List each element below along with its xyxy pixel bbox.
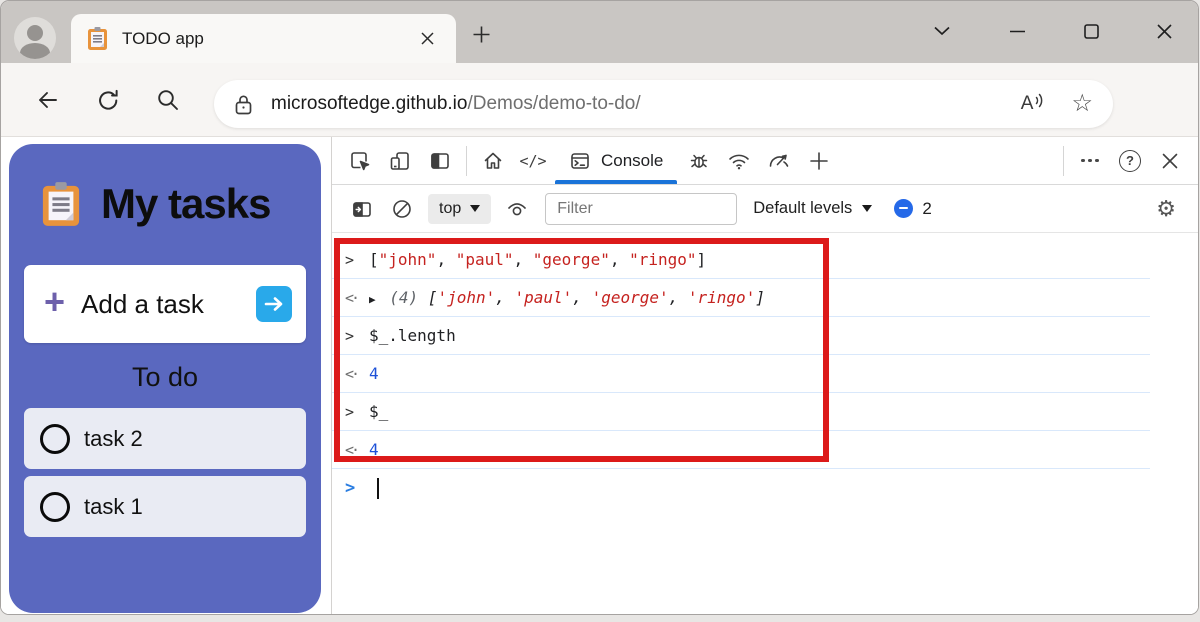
todo-header: My tasks <box>9 144 321 228</box>
todo-section-heading: To do <box>131 362 199 392</box>
console-message-text: ["john", "paul", "george", "ringo"] <box>369 250 707 269</box>
gear-icon[interactable]: ⚙ <box>1156 197 1176 220</box>
console-sidebar-icon[interactable] <box>342 189 382 229</box>
avatar-person-icon <box>20 43 50 59</box>
task-checkbox-circle-icon[interactable] <box>40 491 70 522</box>
log-levels-label: Default levels <box>753 199 853 217</box>
back-icon[interactable] <box>33 85 63 115</box>
search-icon[interactable] <box>153 85 183 115</box>
content-area: My tasks + Add a task To do task 2 task … <box>1 137 1198 614</box>
devtools-main-toolbar: </> Console ? <box>332 137 1198 185</box>
address-bar[interactable]: microsoftedge.github.io/Demos/demo-to-do… <box>214 80 1113 128</box>
toolbar-divider <box>1063 145 1064 176</box>
console-input-chevron-icon: > <box>345 250 355 269</box>
tab-strip: TODO app <box>1 1 1198 63</box>
lock-icon[interactable] <box>234 93 253 116</box>
plus-icon: + <box>44 281 66 322</box>
console-log: > ["john", "paul", "george", "ringo"] <· ▶ … <box>332 234 1198 469</box>
console-message-text: 4 <box>369 364 379 383</box>
task-row[interactable]: task 1 <box>24 476 306 537</box>
console-toolbar: top Default levels 2 ⚙ <box>332 185 1198 233</box>
task-checkbox-circle-icon[interactable] <box>40 423 70 454</box>
performance-gauge-icon[interactable] <box>759 141 799 181</box>
console-messages-area[interactable]: > ["john", "paul", "george", "ringo"] <· ▶ … <box>332 234 1198 614</box>
console-input-chevron-icon: > <box>345 326 355 345</box>
console-terminal-icon <box>569 150 591 172</box>
device-emulation-icon[interactable] <box>380 141 420 181</box>
url-text: microsoftedge.github.io/Demos/demo-to-do… <box>271 93 641 114</box>
screenshot-stage: TODO app microsoftedge.github.io/Demos/d… <box>0 0 1200 622</box>
minimize-button[interactable] <box>1000 14 1034 48</box>
help-icon[interactable]: ? <box>1110 141 1150 181</box>
clipboard-app-icon <box>41 180 81 228</box>
console-filter-input[interactable] <box>545 192 738 225</box>
window-close-button[interactable] <box>1147 14 1181 48</box>
tab-actions-chevron-icon[interactable] <box>925 14 959 48</box>
tab-close-icon[interactable] <box>414 26 440 52</box>
live-expression-eye-icon[interactable] <box>497 189 537 229</box>
context-selector-dropdown[interactable]: top <box>428 193 492 224</box>
add-task-submit-button[interactable] <box>256 286 292 322</box>
toolbar-divider <box>466 145 467 176</box>
avatar-person-icon <box>27 25 43 41</box>
log-levels-dropdown[interactable]: Default levels <box>753 199 873 218</box>
console-output-row[interactable]: <· 4 <box>332 355 1150 393</box>
console-output-arrow-icon: <· <box>345 364 360 383</box>
chevron-down-icon <box>470 205 481 212</box>
devtools-close-icon[interactable] <box>1150 141 1190 181</box>
console-output-row[interactable]: <· 4 <box>332 431 1150 469</box>
sources-code-icon[interactable]: </> <box>513 141 553 181</box>
console-output-arrow-icon: <· <box>345 288 360 307</box>
console-message-text: $_ <box>369 402 389 421</box>
more-tools-plus-icon[interactable] <box>799 141 839 181</box>
reload-icon[interactable] <box>93 85 123 115</box>
console-tab-label: Console <box>601 150 664 170</box>
task-label: task 1 <box>84 493 143 519</box>
browser-window: TODO app microsoftedge.github.io/Demos/d… <box>0 0 1199 615</box>
bug-debug-icon[interactable] <box>679 141 719 181</box>
my-tasks-panel: My tasks + Add a task To do task 2 task … <box>9 144 321 613</box>
app-title: My tasks <box>101 180 271 227</box>
network-wifi-icon[interactable] <box>719 141 759 181</box>
prompt-chevron-icon: > <box>345 478 356 498</box>
home-icon[interactable] <box>473 141 513 181</box>
console-message-text: ▶ (4) ['john', 'paul', 'george', 'ringo'… <box>369 288 765 307</box>
issues-chat-icon[interactable] <box>894 199 914 218</box>
favorite-star-icon[interactable]: ☆ <box>1071 92 1093 116</box>
tab-title: TODO app <box>122 28 204 48</box>
console-input-row[interactable]: > ["john", "paul", "george", "ringo"] <box>332 241 1150 279</box>
console-prompt[interactable]: > <box>332 469 1198 507</box>
browser-tab-todo-app[interactable]: TODO app <box>71 14 456 63</box>
tab-console[interactable]: Console <box>553 137 679 184</box>
add-task-label: Add a task <box>81 288 204 319</box>
maximize-button[interactable] <box>1074 14 1108 48</box>
inspect-element-icon[interactable] <box>340 141 380 181</box>
clipboard-favicon-icon <box>87 26 108 51</box>
console-input-row[interactable]: > $_ <box>332 393 1150 431</box>
dock-side-icon[interactable] <box>420 141 460 181</box>
browser-toolbar: microsoftedge.github.io/Demos/demo-to-do… <box>1 63 1198 166</box>
read-aloud-icon[interactable]: A <box>1021 93 1046 115</box>
todo-page: My tasks + Add a task To do task 2 task … <box>1 137 331 614</box>
console-message-text: $_.length <box>369 326 456 345</box>
chevron-down-icon <box>862 205 873 212</box>
add-task-input[interactable]: + Add a task <box>24 265 306 343</box>
console-message-text: 4 <box>369 440 379 459</box>
context-selector-value: top <box>439 199 462 217</box>
clear-console-icon[interactable] <box>382 189 422 229</box>
profile-avatar[interactable] <box>14 17 56 59</box>
console-input-row[interactable]: > $_.length <box>332 317 1150 355</box>
task-label: task 2 <box>84 425 143 451</box>
console-output-arrow-icon: <· <box>345 440 360 459</box>
devtools-more-menu-icon[interactable] <box>1070 141 1110 181</box>
console-output-row[interactable]: <· ▶ (4) ['john', 'paul', 'george', 'ring… <box>332 279 1150 317</box>
devtools-panel: </> Console ? top Filter Default levels … <box>331 137 1198 614</box>
text-cursor <box>377 477 379 499</box>
issues-count: 2 <box>922 198 932 218</box>
task-row[interactable]: task 2 <box>24 408 306 469</box>
console-input-chevron-icon: > <box>345 402 355 421</box>
new-tab-button[interactable] <box>465 18 497 50</box>
